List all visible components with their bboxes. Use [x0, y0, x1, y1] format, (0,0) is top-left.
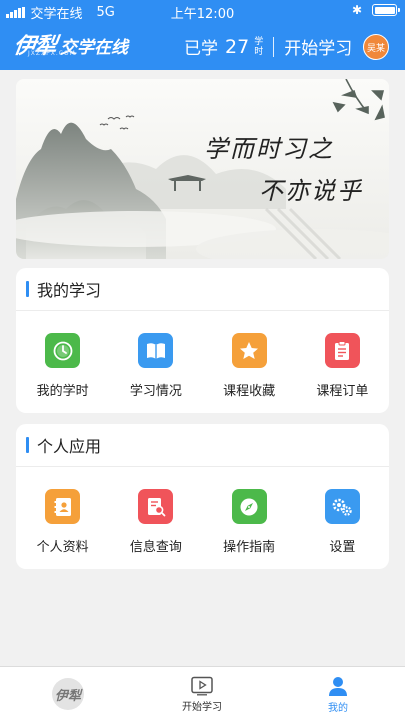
user-guide-label: 操作指南	[223, 540, 276, 555]
landscape-painting	[16, 79, 389, 259]
status-bar: 交学在线 5G 上午12:00 ✱	[0, 0, 405, 22]
status-time: 上午12:00	[170, 7, 235, 22]
bottom-tab-bar: 伊犁 开始学习 我的	[0, 666, 405, 720]
tab-home[interactable]: 伊犁	[40, 667, 96, 720]
personal-apps-card: 个人应用 个人资料 信息查询 操作指南 设置	[16, 424, 389, 569]
learned-count: 27	[225, 35, 250, 58]
contacts-icon	[45, 489, 81, 524]
tab-start-learning[interactable]: 开始学习	[172, 667, 232, 720]
bluetooth-icon: ✱	[351, 3, 362, 17]
my-learning-header: 我的学习	[16, 268, 389, 311]
banner-calligraphy-line1: 学而时习之	[204, 135, 334, 163]
course-favorites-item[interactable]: 课程收藏	[203, 333, 296, 399]
person-icon	[329, 676, 347, 696]
profile-label: 个人资料	[36, 540, 89, 555]
tab-mine-label: 我的	[328, 702, 348, 714]
banner-calligraphy-line2: 不亦说乎	[259, 177, 363, 205]
section-accent-bar	[26, 281, 29, 297]
logo-subtitle: JXZXPX.COM	[28, 50, 76, 57]
course-orders-label: 课程订单	[316, 384, 369, 399]
course-orders-item[interactable]: 课程订单	[296, 333, 389, 399]
star-icon	[231, 333, 267, 368]
compass-icon	[231, 489, 267, 524]
search-document-icon	[138, 489, 174, 524]
battery-icon	[372, 4, 400, 16]
my-learning-card: 我的学习 我的学时 学习情况 课程收藏 课程订单	[16, 268, 389, 413]
study-status-label: 学习情况	[129, 384, 182, 399]
profile-item[interactable]: 个人资料	[16, 489, 109, 555]
user-guide-item[interactable]: 操作指南	[203, 489, 296, 555]
course-favorites-label: 课程收藏	[223, 384, 276, 399]
study-status-item[interactable]: 学习情况	[109, 333, 202, 399]
my-hours-label: 我的学时	[36, 384, 89, 399]
learned-unit-top: 学	[254, 36, 264, 47]
section-accent-bar	[26, 437, 29, 453]
settings-label: 设置	[329, 540, 356, 555]
learned-unit-bottom: 时	[254, 46, 264, 57]
start-learning-link[interactable]: 开始学习	[284, 34, 352, 59]
tab-start-learning-label: 开始学习	[182, 701, 222, 713]
clipboard-icon	[324, 333, 360, 368]
play-video-icon	[191, 676, 213, 695]
personal-apps-title: 个人应用	[37, 437, 102, 456]
book-icon	[138, 333, 174, 368]
settings-item[interactable]: 设置	[296, 489, 389, 555]
header: 交学在线 5G 上午12:00 ✱ 伊犁 交学在线 JXZXPX.COM 已学 …	[0, 0, 405, 70]
tab-mine[interactable]: 我的	[308, 667, 368, 720]
banner-image[interactable]: 学而时习之 不亦说乎	[16, 79, 389, 259]
learned-prefix: 已学	[184, 39, 218, 59]
my-learning-grid: 我的学时 学习情况 课程收藏 课程订单	[16, 311, 389, 399]
my-hours-item[interactable]: 我的学时	[16, 333, 109, 399]
my-learning-title: 我的学习	[37, 281, 102, 300]
clock-icon	[45, 333, 81, 368]
header-divider	[273, 36, 275, 57]
avatar[interactable]: 吴某	[363, 34, 389, 60]
personal-apps-grid: 个人资料 信息查询 操作指南 设置	[16, 467, 389, 555]
gear-icon	[324, 489, 360, 524]
info-query-item[interactable]: 信息查询	[109, 489, 202, 555]
info-query-label: 信息查询	[129, 540, 182, 555]
app-bar: 伊犁 交学在线 JXZXPX.COM 已学 27 学 时 开始学习 吴某	[0, 22, 405, 70]
learned-hours-summary: 已学 27 学 时 开始学习	[184, 34, 352, 60]
learned-unit: 学 时	[254, 37, 263, 57]
home-logo-icon: 伊犁	[52, 678, 84, 710]
personal-apps-header: 个人应用	[16, 424, 389, 467]
